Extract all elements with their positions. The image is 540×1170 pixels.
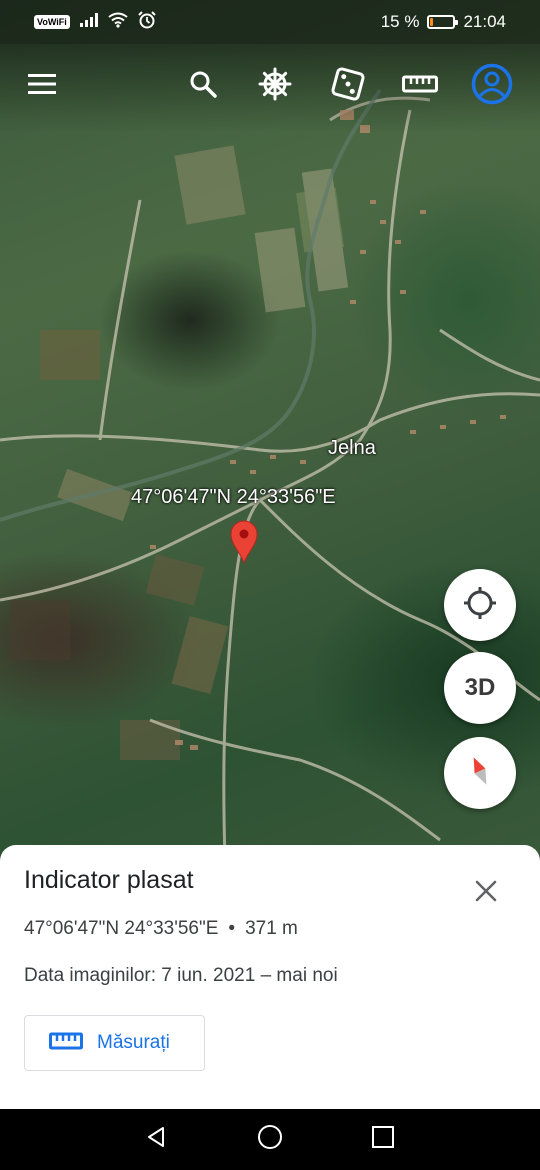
measure-button[interactable]: Măsurați bbox=[24, 1015, 205, 1071]
placemark-sheet: Indicator plasat 47°06'47"N 24°33'56"E •… bbox=[0, 845, 540, 1109]
dice-icon bbox=[331, 66, 365, 106]
measure-tool-button[interactable] bbox=[398, 64, 442, 108]
home-icon bbox=[257, 1124, 283, 1155]
voyager-wheel-icon bbox=[258, 67, 292, 106]
clock: 21:04 bbox=[463, 12, 506, 31]
signal-icon bbox=[79, 12, 98, 32]
recents-button[interactable] bbox=[363, 1120, 403, 1160]
system-nav-bar bbox=[0, 1109, 540, 1170]
voyager-button[interactable] bbox=[253, 64, 297, 108]
search-button[interactable] bbox=[181, 64, 225, 108]
placed-pin[interactable] bbox=[229, 520, 259, 565]
map-pin-icon bbox=[229, 520, 259, 568]
sheet-title: Indicator plasat bbox=[24, 866, 194, 894]
elevation: 371 m bbox=[245, 918, 298, 939]
compass-button[interactable] bbox=[444, 737, 516, 809]
random-place-button[interactable] bbox=[326, 64, 370, 108]
measure-button-label: Măsurați bbox=[97, 1032, 170, 1053]
place-label[interactable]: Jelna bbox=[328, 437, 376, 460]
close-button[interactable] bbox=[466, 873, 506, 913]
view-3d-button[interactable]: 3D bbox=[444, 652, 516, 724]
account-icon bbox=[471, 63, 513, 110]
ruler-icon bbox=[402, 74, 438, 99]
account-button[interactable] bbox=[470, 63, 514, 110]
wifi-icon bbox=[108, 12, 128, 33]
menu-icon bbox=[28, 73, 56, 99]
ruler-icon bbox=[49, 1032, 83, 1055]
compass-icon bbox=[462, 753, 498, 794]
view-3d-label: 3D bbox=[464, 674, 496, 701]
status-right: 15 % 21:04 bbox=[381, 12, 506, 32]
my-location-button[interactable] bbox=[444, 569, 516, 641]
battery-level bbox=[430, 18, 434, 26]
battery-percent: 15 % bbox=[380, 12, 420, 31]
imagery-date: Data imaginilor: 7 iun. 2021 – mai noi bbox=[24, 965, 338, 986]
battery-icon bbox=[427, 15, 459, 29]
home-button[interactable] bbox=[250, 1120, 290, 1160]
menu-button[interactable] bbox=[20, 64, 64, 108]
close-icon bbox=[475, 880, 497, 907]
info-separator: • bbox=[228, 918, 236, 939]
sheet-coordinates: 47°06'47"N 24°33'56"E bbox=[24, 918, 219, 939]
pin-coordinate-label: 47°06'47"N 24°33'56"E bbox=[131, 486, 336, 508]
status-left: VoWiFi bbox=[34, 10, 156, 34]
map-toolbar bbox=[0, 44, 540, 132]
crosshair-icon bbox=[462, 585, 498, 626]
back-icon bbox=[145, 1125, 169, 1154]
back-button[interactable] bbox=[137, 1120, 177, 1160]
recents-icon bbox=[372, 1126, 395, 1153]
status-bar: VoWiFi 15 % 21:04 bbox=[0, 0, 540, 44]
search-icon bbox=[189, 70, 217, 103]
location-info: 47°06'47"N 24°33'56"E • 371 m bbox=[24, 918, 298, 940]
vowifi-badge: VoWiFi bbox=[34, 15, 70, 29]
alarm-icon bbox=[138, 10, 156, 34]
